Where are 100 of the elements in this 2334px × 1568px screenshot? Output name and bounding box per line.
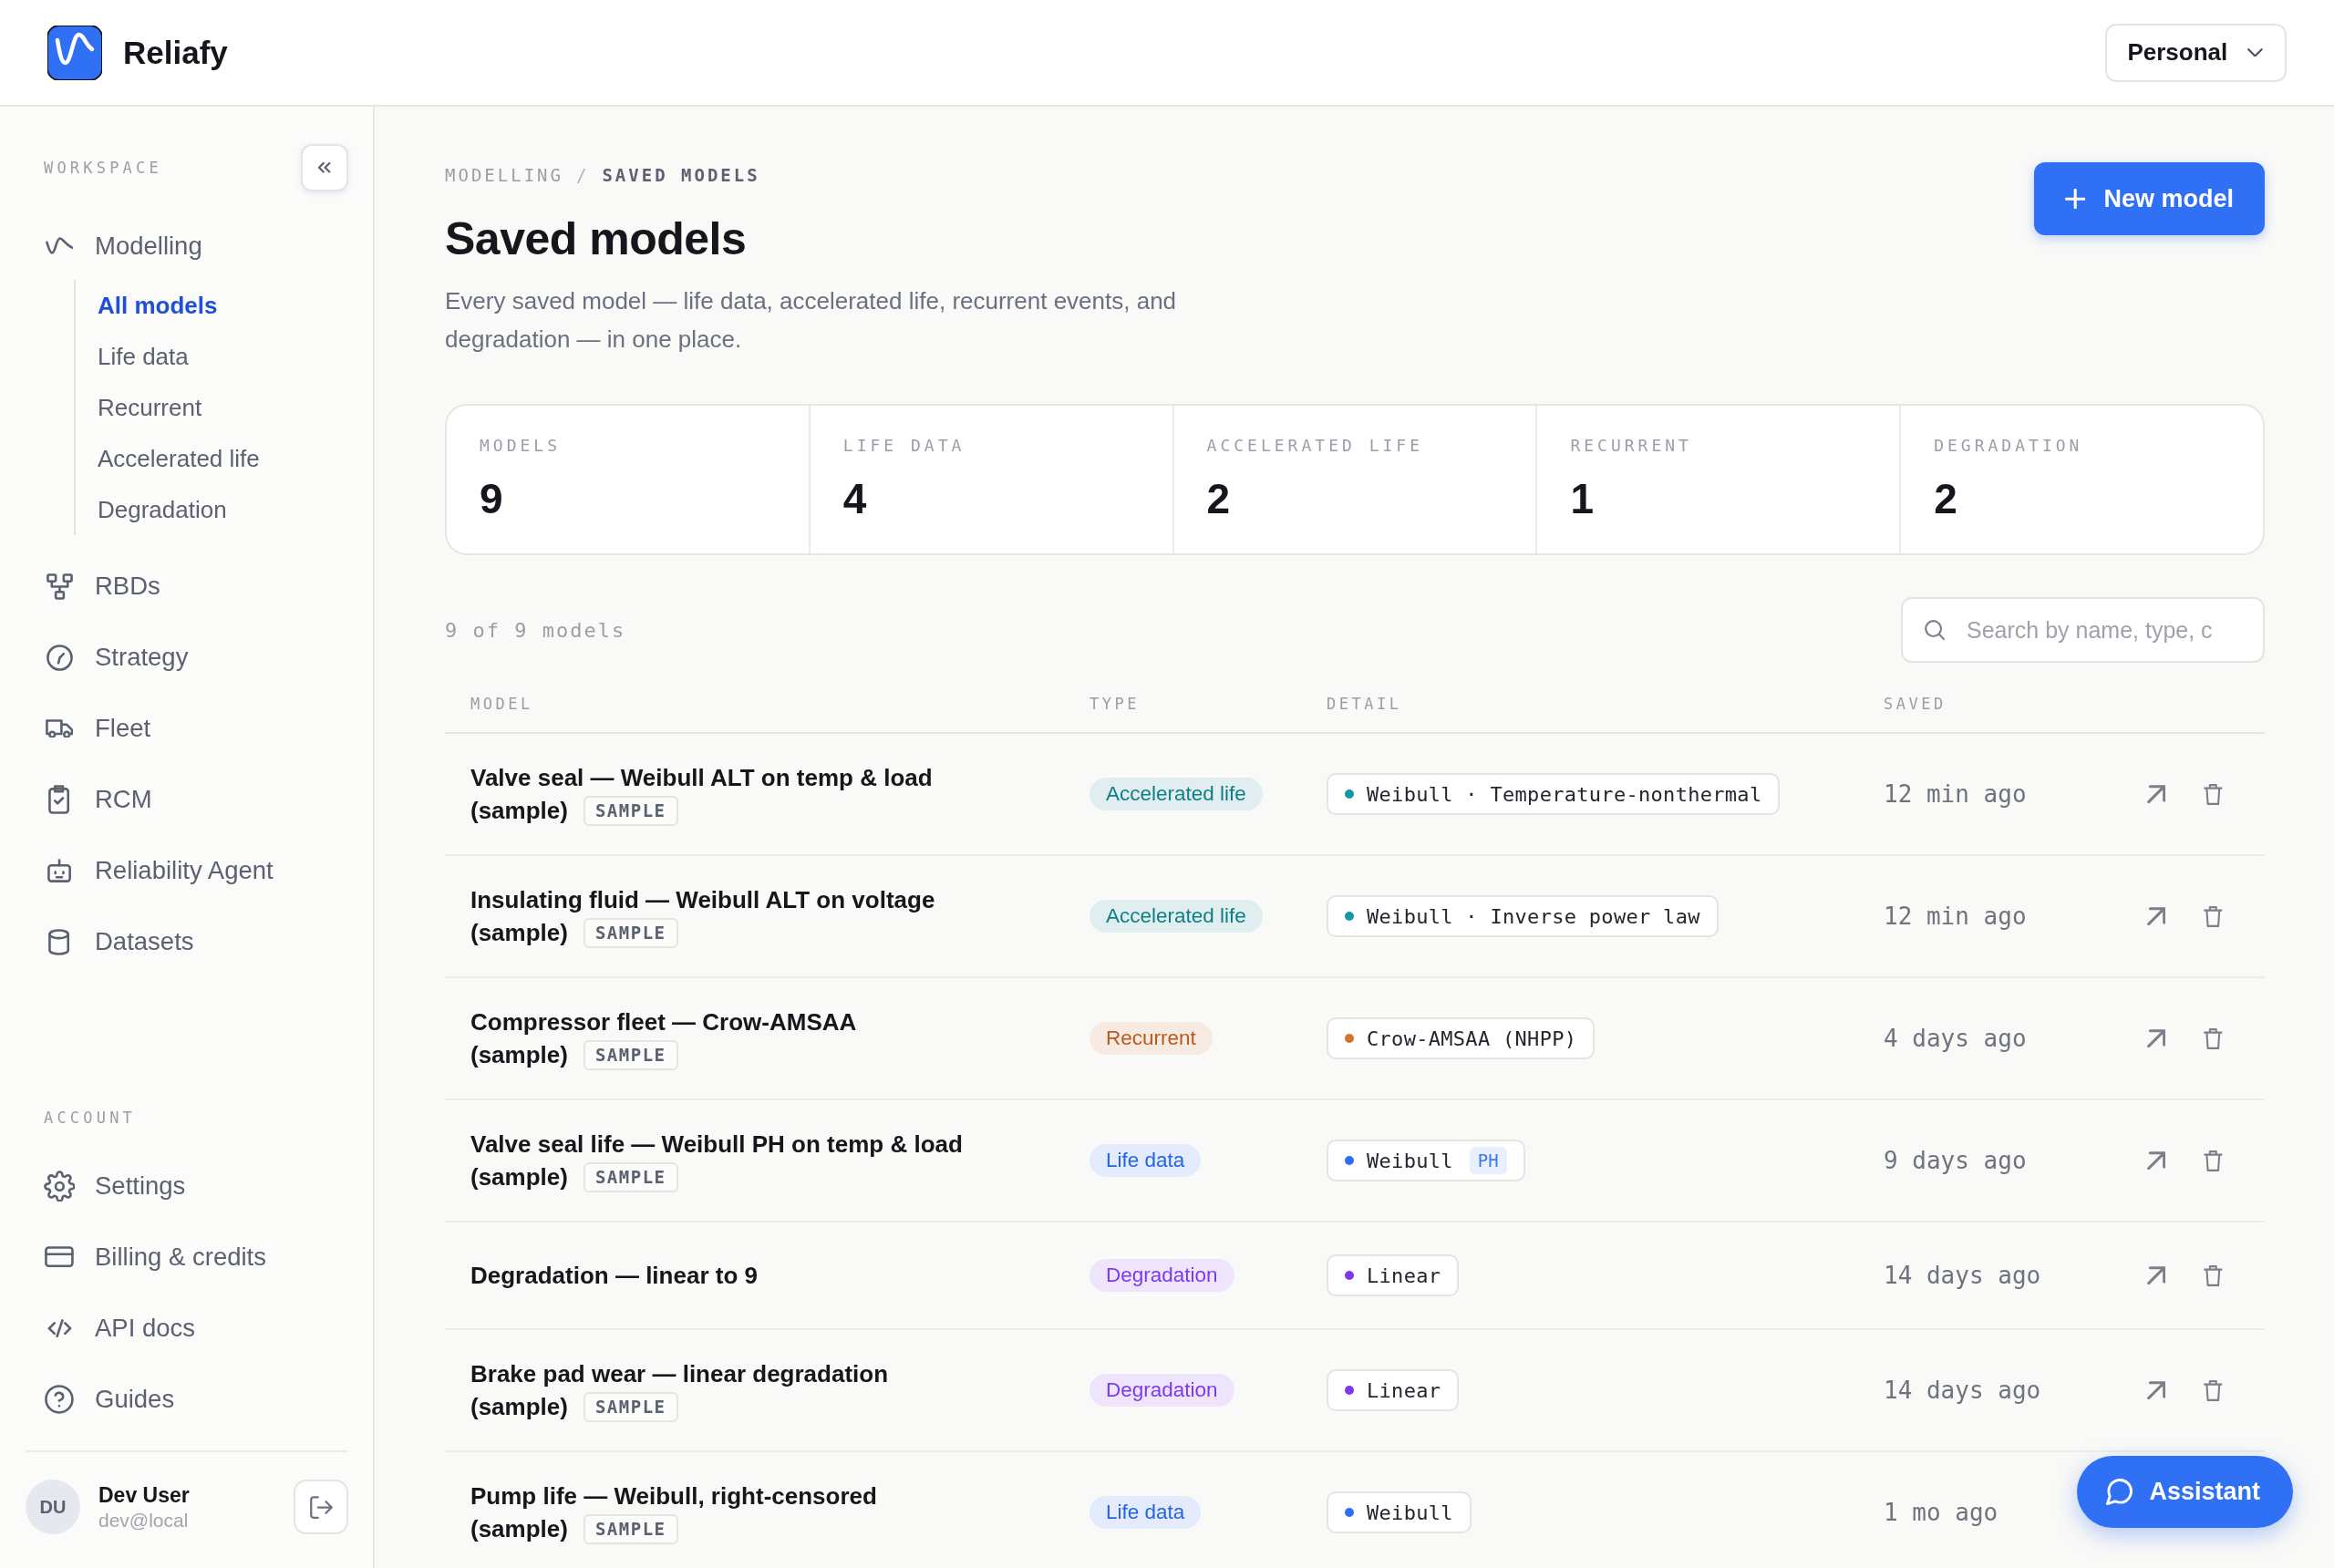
nav-item[interactable]: Billing & credits [26, 1232, 348, 1283]
trash-icon[interactable] [2204, 905, 2224, 927]
column-header: DETAIL [1327, 694, 1402, 713]
arrow-up-right-icon[interactable] [2147, 1265, 2166, 1285]
stat-label: ACCELERATED LIFE [1206, 435, 1424, 457]
page-title: Saved models [445, 212, 748, 266]
arrow-up-right-icon[interactable] [2147, 1380, 2166, 1400]
brand-name: Reliafy [123, 34, 228, 71]
assistant-button[interactable]: Assistant [2077, 1456, 2293, 1528]
diagram-icon [46, 573, 73, 600]
subnav-item[interactable]: Degradation [98, 484, 348, 535]
result-count: 9 of 9 models [445, 618, 626, 642]
detail-text: Linear [1367, 1378, 1441, 1402]
saved-time: 12 min ago [1884, 903, 2027, 930]
settings-icon [43, 1170, 76, 1202]
help-icon [45, 1385, 74, 1414]
trash-icon[interactable] [2204, 1150, 2224, 1171]
subnav-item[interactable]: Recurrent [98, 382, 348, 433]
arrow-up-right-icon[interactable] [2147, 1028, 2166, 1048]
logo-icon [47, 25, 102, 80]
detail-text: Weibull [1367, 1149, 1453, 1172]
credit-card-icon [45, 1246, 74, 1268]
nav-item[interactable]: Settings [26, 1161, 348, 1212]
nav-item[interactable]: RBDs [26, 561, 348, 612]
nav-item[interactable]: Modelling [26, 221, 348, 272]
nav-item[interactable]: Guides [26, 1374, 348, 1425]
arrow-up-right-icon[interactable] [2147, 906, 2166, 926]
type-tag: Accelerated life [1090, 778, 1263, 810]
chevron-down-icon [2247, 47, 2263, 57]
model-name: Insulating fluid — Weibull ALT on voltage [470, 885, 936, 915]
saved-time: 4 days ago [1884, 1025, 2027, 1052]
section-label: ACCOUNT [44, 1109, 137, 1127]
model-name: Valve seal — Weibull ALT on temp & load [470, 763, 934, 793]
detail-text: Linear [1367, 1264, 1441, 1287]
stat-label: MODELS [480, 435, 563, 457]
sample-tag: SAMPLE [583, 1039, 678, 1070]
nav-item[interactable]: Reliability Agent [26, 845, 348, 896]
model-name: Brake pad wear — linear degradation [470, 1359, 890, 1389]
detail-text: Weibull · Inverse power law [1367, 904, 1700, 928]
breadcrumb-current: SAVED MODELS [602, 165, 760, 185]
trash-icon[interactable] [2204, 1264, 2224, 1286]
workspace-dropdown[interactable]: Personal [2105, 23, 2287, 82]
logout-button[interactable] [294, 1480, 348, 1534]
arrow-up-right-icon[interactable] [2147, 784, 2166, 804]
subnav-item[interactable]: All models [98, 280, 348, 331]
arrow-up-right-icon[interactable] [2147, 1150, 2166, 1171]
collapse-sidebar-button[interactable] [301, 144, 348, 191]
nav-item[interactable]: RCM [26, 774, 348, 825]
gauge-icon [46, 644, 73, 671]
truck-icon [45, 718, 74, 738]
nav-item[interactable]: Strategy [26, 632, 348, 683]
model-name: Compressor fleet — Crow-AMSAA [470, 1007, 858, 1037]
trash-icon[interactable] [2204, 1379, 2224, 1401]
column-header: MODEL [470, 694, 533, 713]
double-chevron-left-icon [318, 162, 331, 173]
stat-value: 1 [1570, 474, 1595, 524]
saved-time: 9 days ago [1884, 1147, 2027, 1174]
model-name-suffix: (sample) [470, 1040, 568, 1070]
model-name: Valve seal life — Weibull PH on temp & load [470, 1130, 964, 1160]
column-header: SAVED [1884, 694, 1947, 713]
section-label: WORKSPACE [44, 159, 162, 177]
stat-value: 4 [842, 474, 868, 524]
type-tag: Life data [1090, 1496, 1202, 1529]
sample-tag: SAMPLE [583, 1161, 678, 1192]
column-header: TYPE [1090, 694, 1140, 713]
breadcrumb-separator: / [575, 165, 590, 185]
plus-icon [2065, 188, 2086, 210]
user-name: Dev User [98, 1482, 191, 1508]
stat-value: 2 [1206, 474, 1232, 524]
detail-text: Weibull [1367, 1501, 1453, 1524]
subnav-item[interactable]: Accelerated life [98, 433, 348, 484]
type-tag: Accelerated life [1090, 900, 1263, 933]
nav-item[interactable]: Fleet [26, 703, 348, 754]
avatar: DU [26, 1480, 80, 1534]
page-description: Every saved model — life data, accelerated life, recurrent events, and degradation — in one place. [445, 286, 1178, 355]
stat-value: 2 [1934, 474, 1958, 524]
trash-icon[interactable] [2204, 783, 2224, 805]
user-email: dev@local [98, 1509, 190, 1532]
stat-value: 9 [480, 474, 504, 524]
subnav-item[interactable]: Life data [98, 331, 348, 382]
nav-item[interactable]: Datasets [26, 916, 348, 967]
saved-time: 14 days ago [1884, 1377, 2041, 1404]
saved-time: 1 mo ago [1884, 1499, 1998, 1526]
stat-label: RECURRENT [1570, 435, 1693, 457]
nav-item[interactable]: API docs [26, 1303, 348, 1354]
detail-text: Crow-AMSAA (NHPP) [1367, 1026, 1577, 1050]
type-tag: Degradation [1090, 1259, 1234, 1292]
saved-time: 14 days ago [1884, 1262, 2041, 1289]
clipboard-check-icon [48, 785, 70, 814]
detail-tag: PH [1469, 1147, 1507, 1174]
trash-icon[interactable] [2204, 1027, 2224, 1049]
new-model-button[interactable]: New model [2034, 162, 2265, 235]
detail-text: Weibull · Temperature-nonthermal [1367, 782, 1762, 806]
stat-label: DEGRADATION [1934, 435, 2084, 457]
model-name-suffix: (sample) [470, 1392, 568, 1422]
search-field[interactable]: Search by name, type, c [1901, 597, 2265, 663]
model-name: Pump life — Weibull, right-censored [470, 1481, 878, 1511]
model-name-suffix: (sample) [470, 796, 568, 826]
robot-icon [46, 858, 72, 883]
sample-tag: SAMPLE [583, 1513, 678, 1544]
